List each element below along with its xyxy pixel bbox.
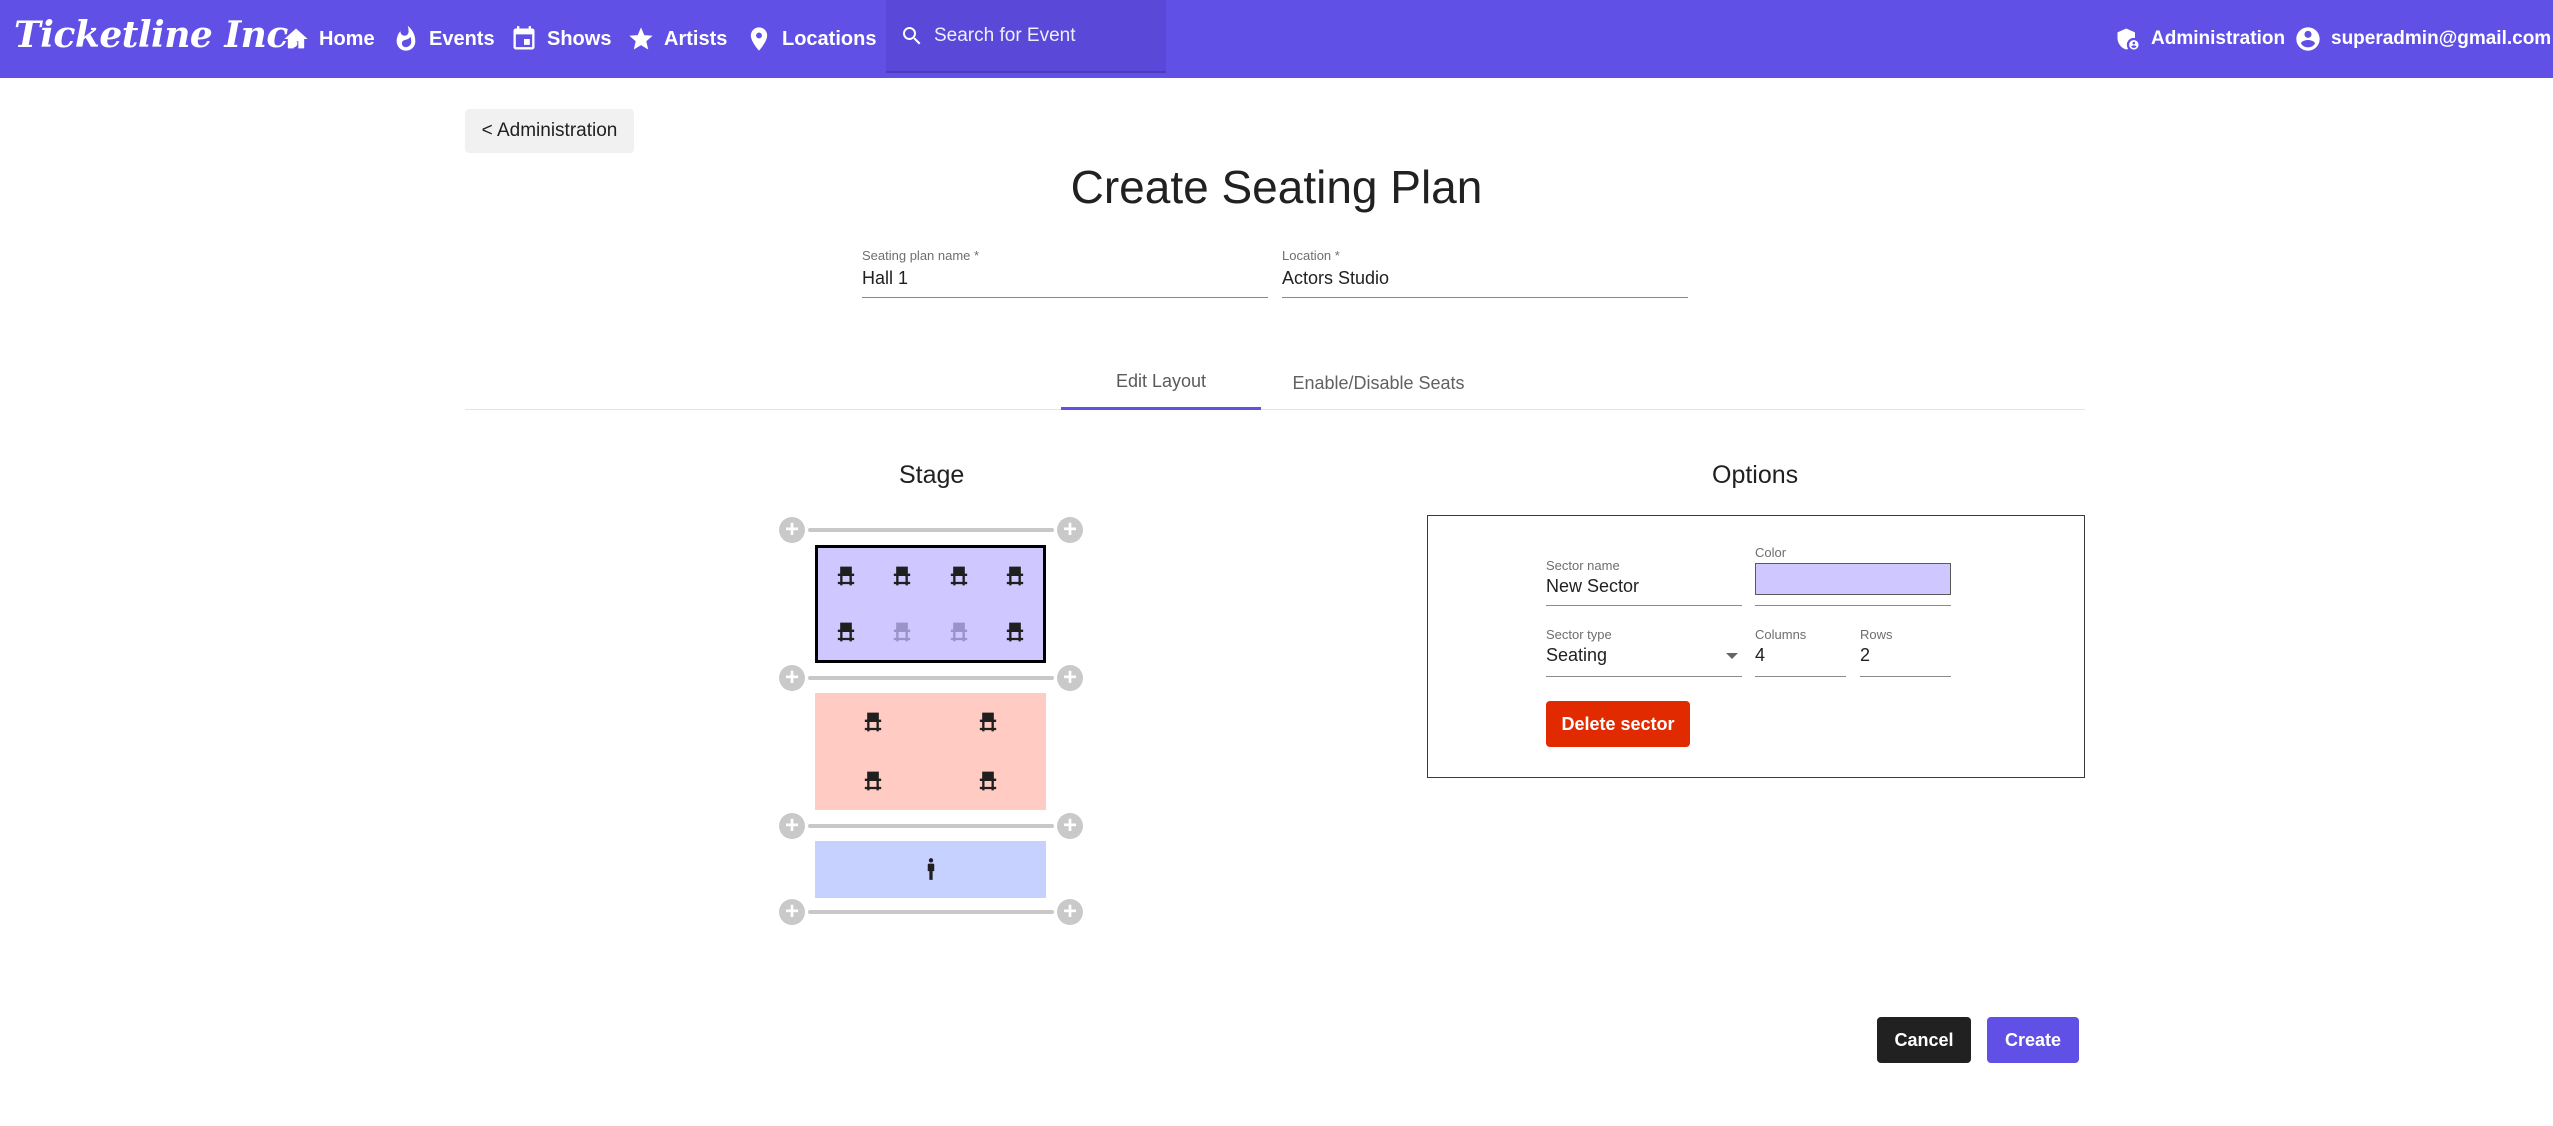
seat-icon[interactable] (1001, 618, 1029, 646)
nav-shows-label: Shows (547, 27, 612, 50)
nav-home[interactable]: Home (282, 0, 375, 78)
rows-label: Rows (1860, 627, 1893, 642)
nav-locations[interactable]: Locations (745, 0, 876, 78)
search-bar (886, 0, 1166, 73)
calendar-icon (513, 26, 535, 50)
add-sector-right-2[interactable]: + (1057, 813, 1083, 839)
stage-title: Stage (899, 461, 965, 489)
seating-plan-name-label: Seating plan name * (862, 248, 980, 263)
rows-field: Rows (1860, 627, 1951, 677)
delete-sector-button[interactable]: Delete sector (1546, 701, 1690, 747)
account-circle-icon (2296, 27, 2320, 51)
search-input[interactable] (934, 24, 1154, 47)
nav-locations-label: Locations (782, 27, 877, 50)
sector-name-field: Sector name (1546, 558, 1742, 606)
sector-divider (808, 676, 1054, 680)
location-label: Location * (1282, 248, 1340, 263)
seating-plan-name-field: Seating plan name * (862, 246, 1268, 298)
nav-shows[interactable]: Shows (510, 0, 611, 78)
location-pin-icon (750, 27, 768, 51)
admin-shield-icon (2117, 28, 2139, 50)
nav-events[interactable]: Events (392, 0, 495, 78)
nav-events-label: Events (429, 27, 495, 50)
add-sector-left-0[interactable]: + (779, 517, 805, 543)
nav-user-label: superadmin@gmail.com (2331, 28, 2552, 49)
nav-administration-label: Administration (2151, 28, 2286, 49)
seat-icon[interactable] (859, 708, 887, 736)
color-label: Color (1755, 545, 1787, 560)
back-to-administration-button[interactable]: < Administration (465, 109, 634, 153)
home-icon (284, 28, 308, 49)
sector-divider (808, 528, 1054, 532)
tab-enable-disable-seats[interactable]: Enable/Disable Seats (1261, 356, 1496, 410)
sector-type-field[interactable]: Sector type Seating (1546, 627, 1742, 677)
add-sector-left-3[interactable]: + (779, 899, 805, 925)
rows-input[interactable] (1860, 645, 1951, 666)
seating-plan-name-input[interactable] (862, 268, 1268, 289)
seat-icon[interactable] (832, 562, 860, 590)
sector-seating-selected[interactable] (815, 545, 1046, 663)
add-sector-left-1[interactable]: + (779, 665, 805, 691)
seat-icon[interactable] (945, 562, 973, 590)
sector-type-label: Sector type (1546, 627, 1612, 642)
columns-field: Columns (1755, 627, 1846, 677)
page-title: Create Seating Plan (1070, 161, 1483, 213)
add-sector-right-1[interactable]: + (1057, 665, 1083, 691)
sector-options-panel: Sector name Color Sector type Seating Co… (1427, 515, 2085, 778)
columns-label: Columns (1755, 627, 1807, 642)
nav-artists[interactable]: Artists (627, 0, 727, 78)
standing-person-icon (927, 858, 935, 880)
cancel-button[interactable]: Cancel (1877, 1017, 1971, 1063)
seat-icon[interactable] (974, 708, 1002, 736)
sector-name-label: Sector name (1546, 558, 1620, 573)
nav-user-account[interactable]: superadmin@gmail.com (2294, 0, 2551, 78)
sector-divider (808, 910, 1054, 914)
add-sector-left-2[interactable]: + (779, 813, 805, 839)
nav-home-label: Home (319, 27, 375, 50)
sector-standing[interactable] (815, 841, 1046, 898)
sector-seating[interactable] (815, 693, 1046, 810)
search-icon (903, 26, 921, 44)
color-field: Color (1755, 545, 1951, 606)
location-input[interactable] (1282, 268, 1688, 289)
seat-icon[interactable] (888, 562, 916, 590)
seat-disabled-icon[interactable] (888, 618, 916, 646)
tab-edit-layout[interactable]: Edit Layout (1061, 356, 1261, 410)
top-navbar: Ticketline Inc. Home Events Shows Artist… (0, 0, 2553, 78)
brand-logo[interactable]: Ticketline Inc. (14, 14, 300, 56)
seat-icon[interactable] (859, 767, 887, 795)
sector-name-input[interactable] (1546, 576, 1742, 597)
columns-input[interactable] (1755, 645, 1846, 666)
options-title: Options (1712, 461, 1799, 489)
chevron-down-icon (1726, 653, 1738, 659)
tab-bar: Edit Layout Enable/Disable Seats (465, 356, 2085, 410)
location-field: Location * (1282, 246, 1688, 298)
seat-icon[interactable] (1001, 562, 1029, 590)
nav-artists-label: Artists (664, 27, 728, 50)
star-icon (629, 27, 653, 50)
nav-administration[interactable]: Administration (2114, 0, 2285, 78)
sector-divider (808, 824, 1054, 828)
fire-icon (396, 25, 416, 51)
add-sector-right-0[interactable]: + (1057, 517, 1083, 543)
create-button[interactable]: Create (1987, 1017, 2079, 1063)
add-sector-right-3[interactable]: + (1057, 899, 1083, 925)
color-picker-swatch[interactable] (1755, 563, 1951, 595)
seat-icon[interactable] (974, 767, 1002, 795)
seat-icon[interactable] (832, 618, 860, 646)
sector-type-select[interactable]: Seating (1546, 645, 1742, 666)
seat-disabled-icon[interactable] (945, 618, 973, 646)
